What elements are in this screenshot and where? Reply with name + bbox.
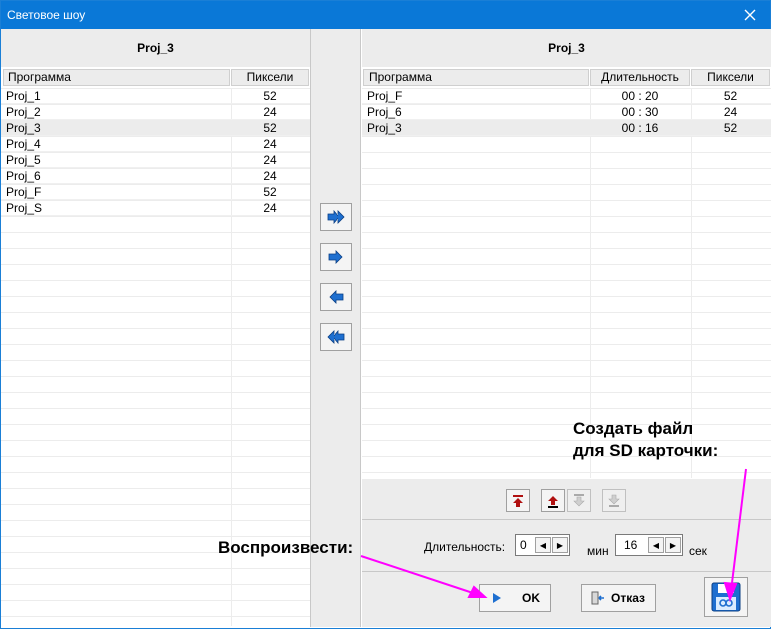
move-up-button[interactable] <box>541 489 565 512</box>
left-col-program-header[interactable]: Программа <box>3 69 230 86</box>
left-row-program: Proj_2 <box>6 105 41 119</box>
duration-label: Длительность: <box>424 540 506 554</box>
double-arrow-right-icon <box>327 210 345 224</box>
double-arrow-left-icon <box>327 330 345 344</box>
minutes-spinner[interactable]: 0 ◀ ▶ <box>515 534 570 556</box>
sd-annotation-line1: Создать файл <box>573 419 694 438</box>
left-row-program: Proj_1 <box>6 89 41 103</box>
left-col-pixels-header[interactable]: Пиксели <box>231 69 309 86</box>
left-row-program: Proj_6 <box>6 169 41 183</box>
move-to-bottom-button[interactable] <box>602 489 626 512</box>
seconds-value[interactable]: 16 <box>624 538 637 552</box>
seconds-increment-button[interactable]: ▶ <box>665 537 681 553</box>
left-row-pixels: 24 <box>263 137 277 151</box>
right-row-duration: 00 : 30 <box>621 105 659 119</box>
show-playlist-panel: Proj_3 Программа Длительность Пиксели Pr… <box>362 29 771 479</box>
save-sd-file-button[interactable] <box>704 577 748 617</box>
left-row-program: Proj_F <box>6 185 42 199</box>
right-row-pixels: 24 <box>723 105 738 119</box>
right-panel-header: Proj_3 <box>362 29 771 67</box>
cancel-button[interactable]: Отказ <box>581 584 656 612</box>
move-to-top-icon <box>513 494 523 507</box>
left-table-row[interactable]: Proj_S 24 <box>1 200 310 216</box>
right-row-program: Proj_3 <box>367 121 402 135</box>
left-row-pixels: 52 <box>263 121 277 135</box>
seconds-spinner[interactable]: 16 ◀ ▶ <box>615 534 683 556</box>
left-row-pixels: 24 <box>263 153 277 167</box>
right-row-program: Proj_F <box>367 89 403 103</box>
right-row-pixels: 52 <box>723 89 738 103</box>
left-row-program: Proj_5 <box>6 153 41 167</box>
right-grid <box>362 88 771 478</box>
move-right-button[interactable] <box>320 243 352 271</box>
left-table-row[interactable]: Proj_1 52 <box>1 88 310 104</box>
left-panel-header: Proj_3 <box>1 29 310 67</box>
close-button[interactable] <box>730 1 770 29</box>
right-col-pixels-header[interactable]: Пиксели <box>691 69 770 86</box>
move-down-icon <box>573 493 585 506</box>
move-all-left-button[interactable] <box>320 323 352 351</box>
right-table-row[interactable]: Proj_F 00 : 20 52 <box>362 88 771 104</box>
minutes-unit: мин <box>587 544 609 558</box>
left-table-row[interactable]: Proj_5 24 <box>1 152 310 168</box>
left-table-row[interactable]: Proj_3 52 <box>1 120 310 136</box>
playlist-controls: Длительность: 0 ◀ ▶ мин 16 ◀ ▶ сек OK От… <box>362 479 771 627</box>
right-row-program: Proj_6 <box>367 105 402 119</box>
sd-annotation-line2: для SD карточки: <box>573 441 719 460</box>
cancel-label: Отказ <box>611 591 646 605</box>
right-col-duration-header[interactable]: Длительность <box>590 69 690 86</box>
right-program-list: Proj_F 00 : 20 52 Proj_6 00 : 30 24 Proj_3 00 :… <box>362 88 771 136</box>
minutes-increment-button[interactable]: ▶ <box>552 537 568 553</box>
right-col-program-header[interactable]: Программа <box>363 69 589 86</box>
left-table-row[interactable]: Proj_6 24 <box>1 168 310 184</box>
move-down-button[interactable] <box>567 489 591 512</box>
left-row-program: Proj_4 <box>6 137 41 151</box>
title-bar: Световое шоу <box>1 1 770 29</box>
right-table-row[interactable]: Proj_6 00 : 30 24 <box>362 104 771 120</box>
play-icon <box>493 593 501 603</box>
ok-button[interactable]: OK <box>479 584 551 612</box>
left-row-pixels: 52 <box>263 185 277 199</box>
left-row-pixels: 24 <box>263 201 277 215</box>
left-row-pixels: 52 <box>263 89 277 103</box>
arrow-right-icon <box>328 250 343 264</box>
move-to-top-button[interactable] <box>506 489 530 512</box>
exit-door-icon <box>591 591 604 605</box>
move-to-bottom-icon <box>608 494 620 507</box>
floppy-disk-icon <box>711 582 741 612</box>
window-title: Световое шоу <box>7 8 86 22</box>
left-table-row[interactable]: Proj_4 24 <box>1 136 310 152</box>
play-annotation: Воспроизвести: <box>218 538 354 557</box>
ok-label: OK <box>522 591 540 605</box>
left-program-list: Proj_1 52 Proj_2 24 Proj_3 52 Proj_4 24 Proj_5 24… <box>1 88 310 216</box>
move-left-button[interactable] <box>320 283 352 311</box>
arrow-left-icon <box>329 290 344 304</box>
right-row-duration: 00 : 16 <box>621 121 659 135</box>
left-row-program: Proj_3 <box>6 121 41 135</box>
light-show-window: Световое шоу Proj_3 Программа Пиксели Pr… <box>0 0 771 629</box>
minutes-decrement-button[interactable]: ◀ <box>535 537 551 553</box>
left-row-pixels: 24 <box>263 105 277 119</box>
minutes-value[interactable]: 0 <box>520 538 527 552</box>
move-all-right-button[interactable] <box>320 203 352 231</box>
move-up-icon <box>548 495 558 508</box>
seconds-unit: сек <box>689 544 707 558</box>
close-icon <box>744 9 756 21</box>
left-table-row[interactable]: Proj_F 52 <box>1 184 310 200</box>
right-row-duration: 00 : 20 <box>621 89 659 103</box>
left-row-program: Proj_S <box>6 201 43 215</box>
left-row-pixels: 24 <box>263 169 277 183</box>
seconds-decrement-button[interactable]: ◀ <box>648 537 664 553</box>
left-table-row[interactable]: Proj_2 24 <box>1 104 310 120</box>
right-table-row[interactable]: Proj_3 00 : 16 52 <box>362 120 771 136</box>
right-row-pixels: 52 <box>723 121 738 135</box>
